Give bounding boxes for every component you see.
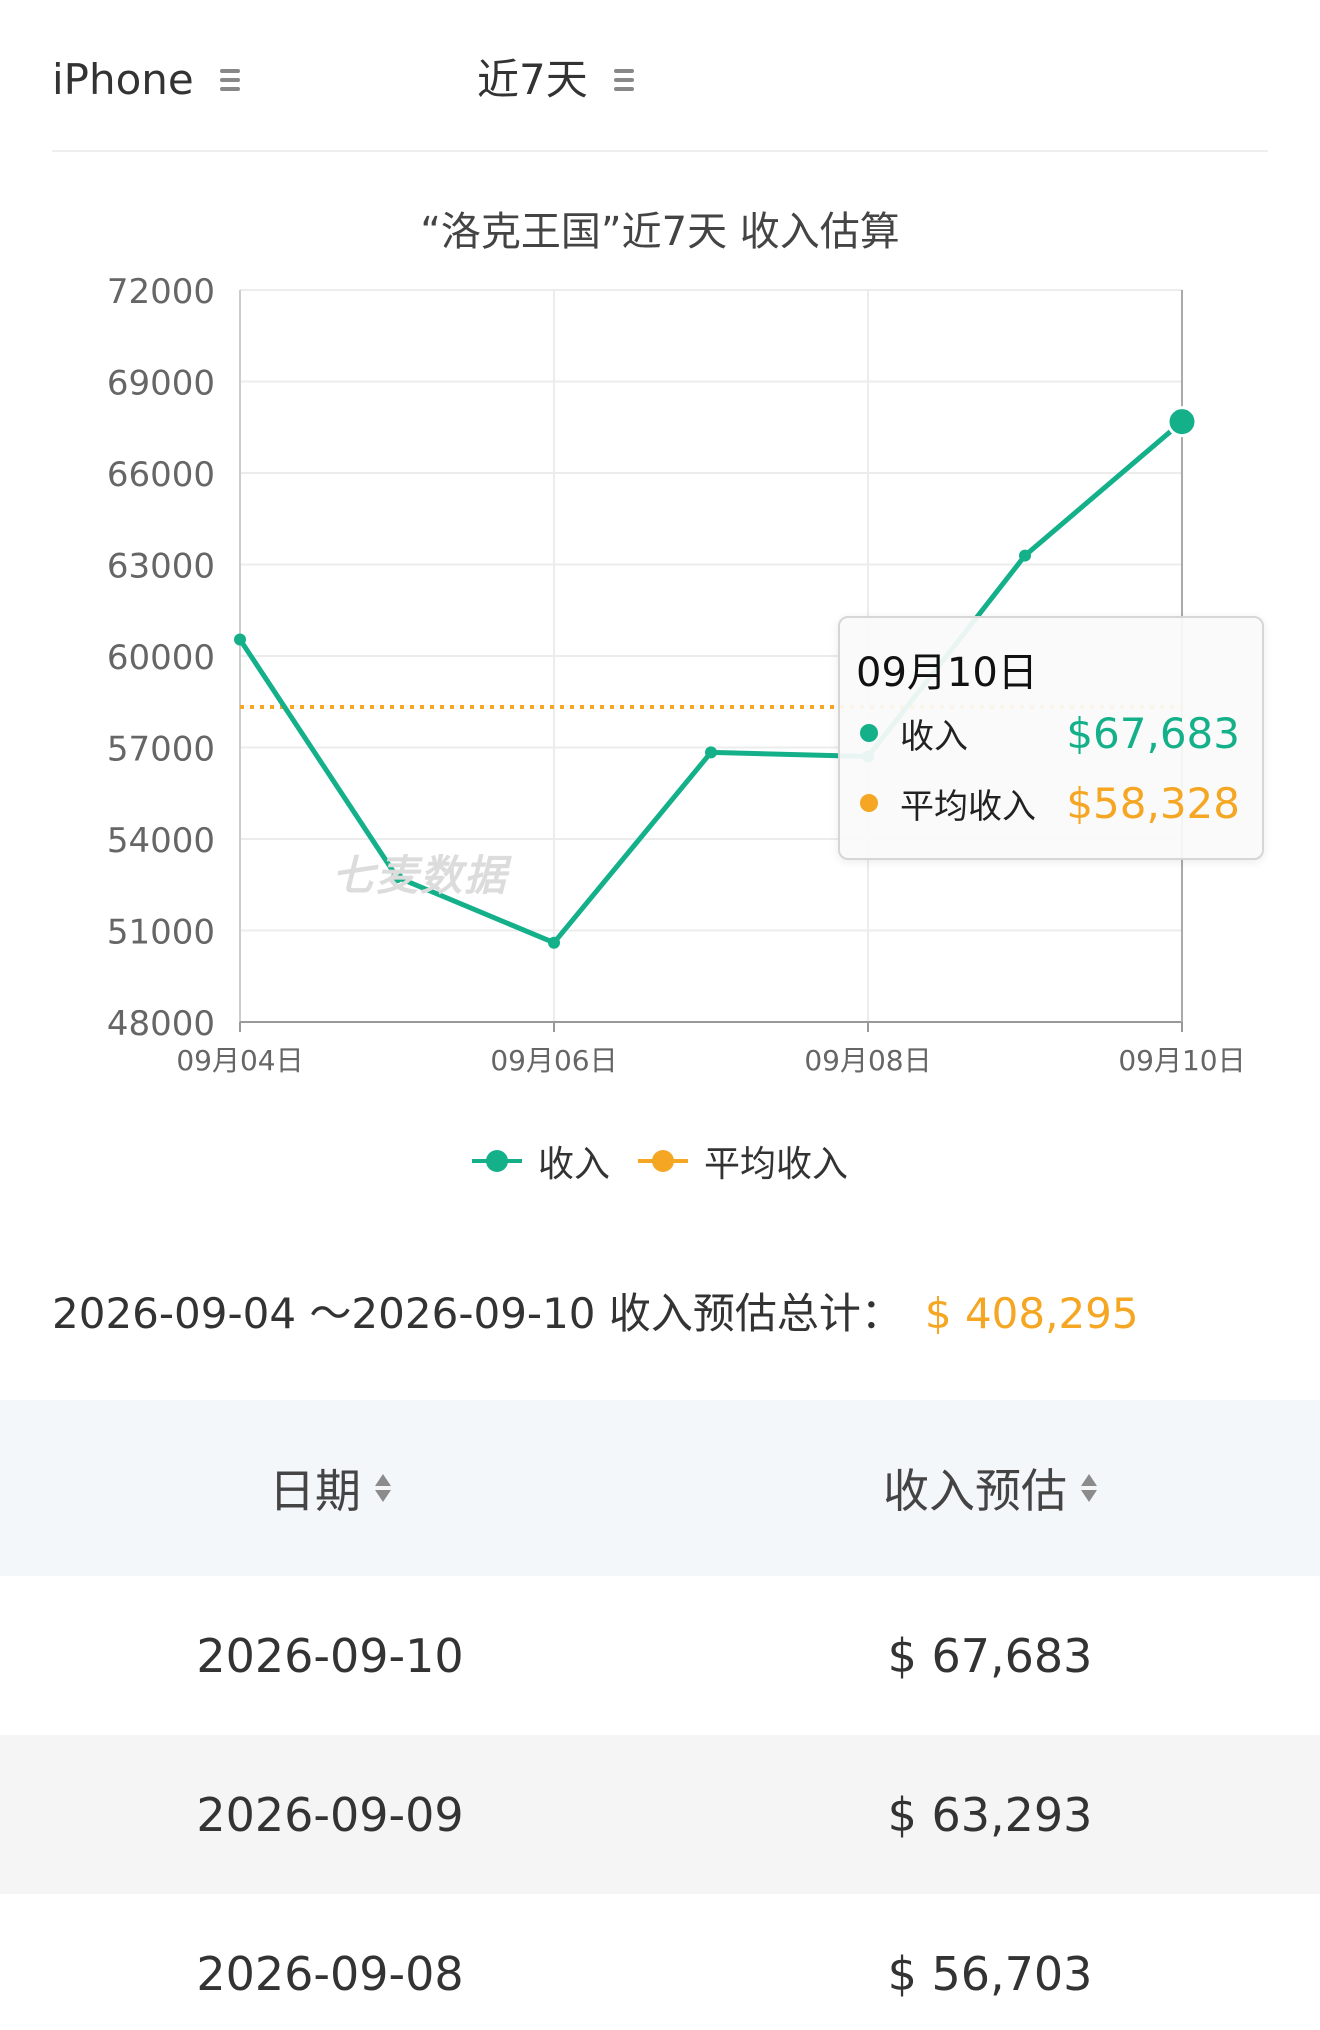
tooltip-series-value: $67,683 <box>1066 708 1240 758</box>
x-tick-label: 09月04日 <box>176 1044 303 1077</box>
date-cell: 2026-09-09 <box>196 1787 464 1842</box>
y-tick-label: 57000 <box>107 730 215 770</box>
revenue-chart[interactable]: “洛克王国”近7天 收入估算 72000 69000 66000 63000 60000… <box>0 190 1320 1210</box>
x-tick-label: 09月08日 <box>804 1044 931 1077</box>
table-row: 2026-09-08 $ 56,703 <box>0 1894 1320 2030</box>
legend-label: 收入 <box>537 1144 610 1185</box>
x-tick-label: 09月10日 <box>1118 1044 1245 1077</box>
revenue-page: iPhone 近7天 “洛克王国”近7天 收入估算 72000 69000 6600… <box>0 0 1320 2030</box>
platform-dropdown[interactable]: iPhone <box>52 54 240 106</box>
series-color-dot <box>860 724 878 742</box>
range-label: 近7天 <box>477 55 588 104</box>
x-tick-label: 09月06日 <box>490 1044 617 1077</box>
menu-icon <box>219 69 240 91</box>
date-cell: 2026-09-08 <box>196 1946 464 2001</box>
revenue-cell: $ 56,703 <box>887 1946 1093 2001</box>
revenue-summary: 2026-09-04 ～2026-09-10 收入预估总计： $ 408,295 <box>52 1280 1139 1341</box>
sort-icon <box>375 1474 391 1502</box>
legend-line-icon <box>471 1149 522 1173</box>
revenue-point <box>234 633 246 646</box>
tooltip-series-name: 收入 <box>900 716 968 757</box>
y-tick-label: 60000 <box>107 638 215 678</box>
revenue-point <box>705 746 717 759</box>
summary-label: 2026-09-04 ～2026-09-10 收入预估总计： <box>52 1289 903 1338</box>
y-tick-label: 48000 <box>107 1004 215 1044</box>
y-tick-label: 66000 <box>107 455 215 495</box>
range-dropdown[interactable]: 近7天 <box>477 54 634 106</box>
table-header: 日期 收入预估 <box>0 1400 1320 1576</box>
tooltip-row-revenue: 收入 $67,683 <box>860 708 1240 758</box>
y-tick-label: 54000 <box>107 821 215 861</box>
legend-item-average[interactable]: 平均收入 <box>638 1135 848 1187</box>
column-header-label: 收入预估 <box>883 1464 1067 1518</box>
series-color-dot <box>860 794 878 812</box>
y-tick-label: 63000 <box>107 547 215 587</box>
legend-label: 平均收入 <box>704 1144 849 1185</box>
chart-title: “洛克王国”近7天 收入估算 <box>420 209 900 255</box>
revenue-point <box>1166 406 1198 438</box>
watermark: 七麦数据 <box>332 851 509 900</box>
y-tick-label: 72000 <box>107 272 215 312</box>
platform-label: iPhone <box>52 55 194 104</box>
revenue-cell: $ 63,293 <box>887 1787 1093 1842</box>
y-tick-label: 69000 <box>107 364 215 404</box>
tooltip-row-average: 平均收入 $58,328 <box>860 778 1240 828</box>
tooltip-date: 09月10日 <box>856 650 1038 696</box>
tooltip-series-value: $58,328 <box>1066 778 1240 828</box>
summary-amount: $ 408,295 <box>924 1289 1139 1338</box>
table-row: 2026-09-10 $ 67,683 <box>0 1576 1320 1735</box>
table-row: 2026-09-09 $ 63,293 <box>0 1735 1320 1894</box>
menu-icon <box>613 69 634 91</box>
revenue-table: 日期 收入预估 2026-09-10 $ 67,683 2026-09-09 $… <box>0 1400 1320 2030</box>
legend-item-revenue[interactable]: 收入 <box>471 1135 610 1187</box>
date-cell: 2026-09-10 <box>196 1628 464 1683</box>
tooltip-series-name: 平均收入 <box>900 786 1036 827</box>
legend-line-icon <box>638 1149 688 1173</box>
column-header-date[interactable]: 日期 <box>0 1455 660 1521</box>
chart-legend: 收入 平均收入 <box>0 1135 1320 1187</box>
revenue-point <box>1019 549 1031 562</box>
sort-icon <box>1081 1474 1097 1502</box>
column-header-revenue[interactable]: 收入预估 <box>660 1455 1320 1521</box>
y-tick-label: 51000 <box>107 913 215 953</box>
column-header-label: 日期 <box>269 1464 361 1518</box>
chart-tooltip: 09月10日 收入 $67,683 平均收入 $58,328 <box>838 616 1264 860</box>
revenue-point <box>548 936 560 949</box>
revenue-cell: $ 67,683 <box>887 1628 1093 1683</box>
filter-bar: iPhone 近7天 <box>52 40 1268 152</box>
